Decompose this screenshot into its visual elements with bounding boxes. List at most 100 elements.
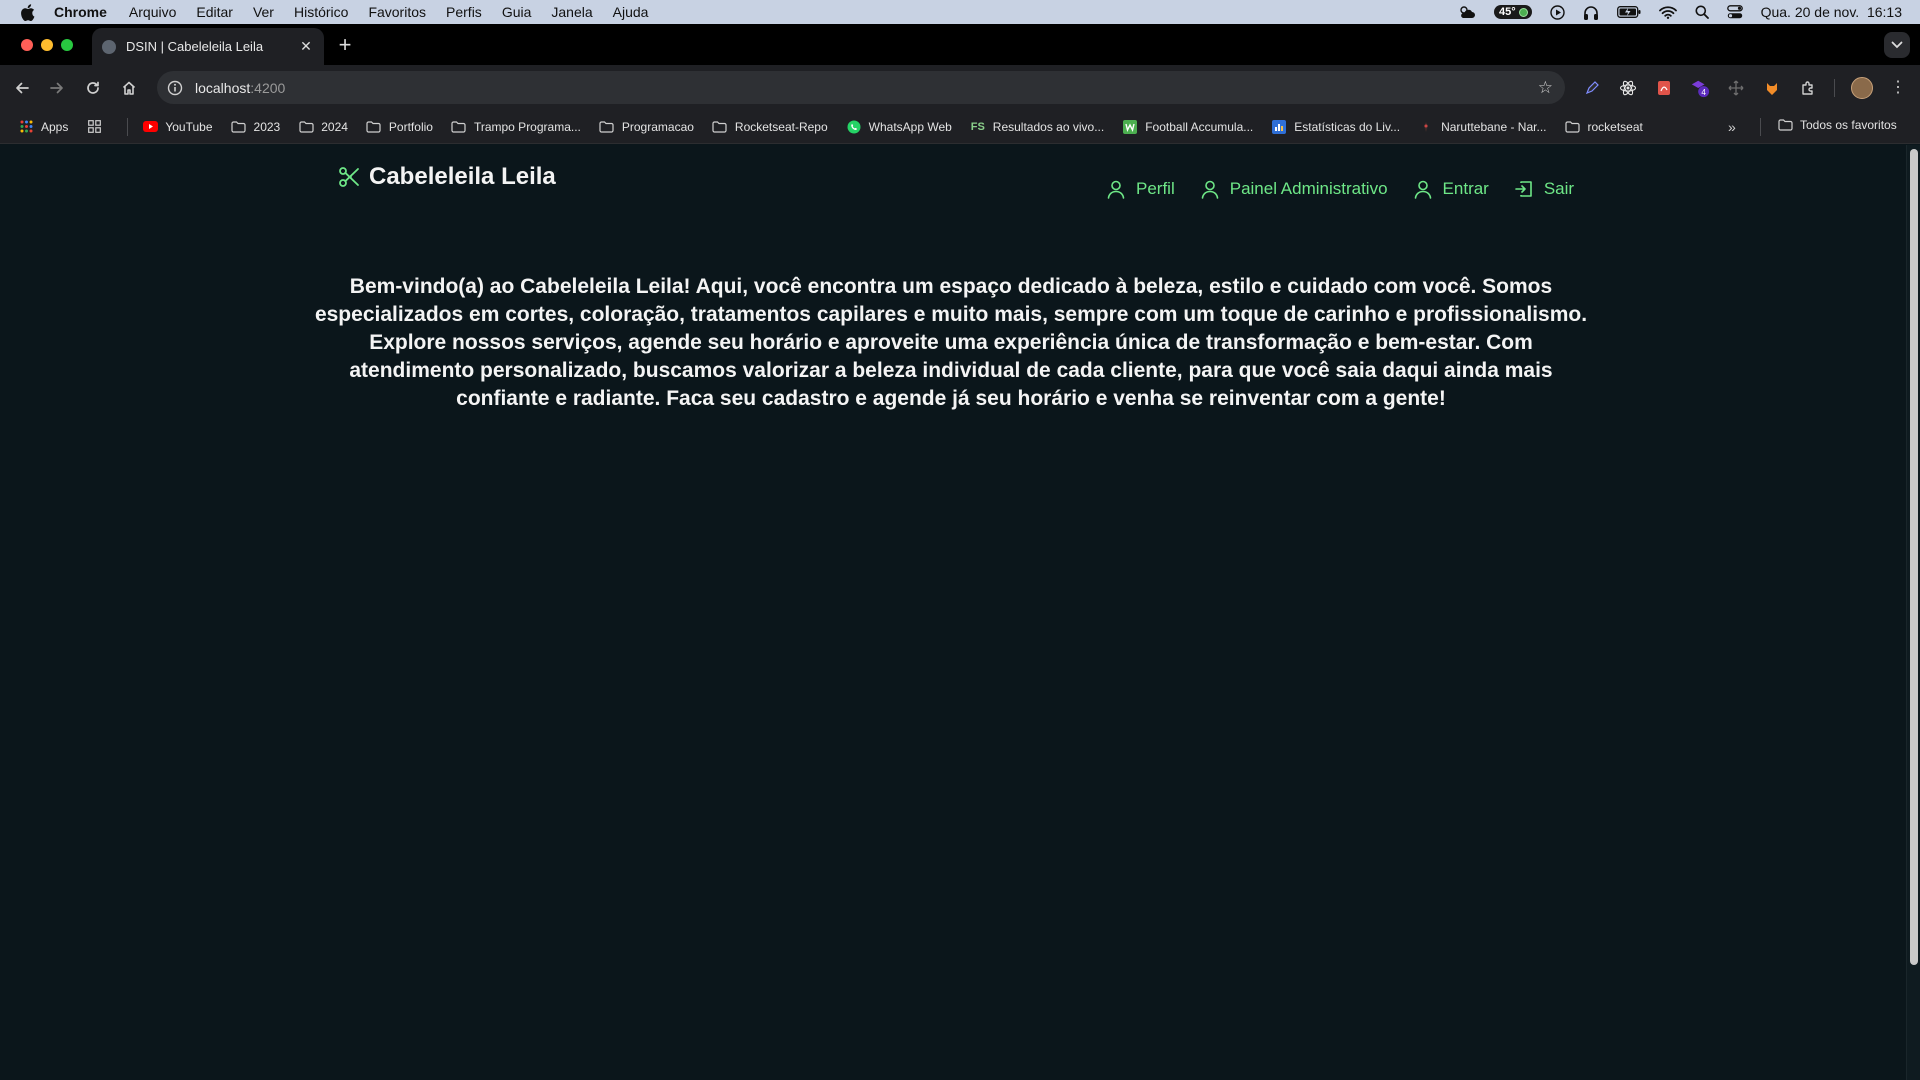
page-scrollbar[interactable] (1906, 145, 1920, 1080)
bookmark-naruttebane[interactable]: Naruttebane - Nar... (1418, 120, 1546, 134)
bookmark-football[interactable]: Football Accumula... (1122, 119, 1253, 134)
forward-button[interactable] (45, 76, 69, 100)
new-tab-button[interactable]: + (335, 32, 355, 58)
profile-avatar[interactable] (1851, 77, 1873, 99)
nav-login-link[interactable]: Entrar (1414, 179, 1489, 199)
more-menu-icon[interactable]: ⋮ (1890, 77, 1906, 97)
bookmark-folder-rocketseat[interactable]: rocketseat (1564, 120, 1643, 134)
bookmark-label: Trampo Programa... (473, 119, 581, 134)
react-devtools-icon[interactable] (1618, 78, 1638, 98)
play-circle-icon[interactable] (1549, 4, 1565, 20)
zoom-window-button[interactable] (61, 39, 73, 51)
stats-icon (1271, 119, 1287, 134)
football-icon (1122, 119, 1138, 134)
back-button[interactable] (10, 76, 34, 100)
chevron-double-right-icon[interactable]: » (1728, 119, 1736, 135)
close-tab-icon[interactable]: ✕ (296, 38, 316, 55)
arrow-left-icon (16, 82, 29, 94)
minimize-window-button[interactable] (41, 39, 53, 51)
tab-groups-button[interactable] (86, 120, 109, 134)
folder-icon (599, 120, 615, 134)
bookmark-whatsapp[interactable]: WhatsApp Web (846, 120, 952, 134)
menu-perfis[interactable]: Perfis (446, 4, 482, 20)
globe-icon (102, 39, 116, 54)
bookmark-star-icon[interactable]: ☆ (1538, 78, 1553, 98)
folder-icon (231, 120, 247, 134)
bookmark-resultados[interactable]: FS Resultados ao vivo... (970, 120, 1104, 134)
bookmark-label: Apps (41, 119, 69, 134)
battery-icon[interactable] (1616, 6, 1641, 18)
move-extension-icon[interactable] (1726, 78, 1746, 98)
window-controls (21, 39, 73, 51)
bookmark-estatisticas[interactable]: Estatísticas do Liv... (1271, 119, 1400, 134)
browser-toolbar: localhost:4200 ☆ 4 ⋮ (0, 65, 1920, 110)
home-button[interactable] (117, 76, 141, 100)
bookmark-folder-programacao[interactable]: Programacao (599, 120, 694, 134)
pdf-extension-icon[interactable] (1654, 78, 1674, 98)
welcome-text: Bem-vindo(a) ao Cabeleleila Leila! Aqui,… (314, 275, 1588, 410)
scissors-icon (339, 167, 359, 187)
purple-extension-icon[interactable]: 4 (1690, 78, 1710, 98)
user-icon (1201, 180, 1219, 199)
fox-extension-icon[interactable] (1762, 78, 1782, 98)
site-info-icon[interactable] (167, 80, 183, 96)
control-center-icon[interactable] (1726, 5, 1743, 19)
bookmark-folder-2024[interactable]: 2024 (298, 120, 348, 134)
youtube-icon (142, 120, 158, 134)
extensions-puzzle-icon[interactable] (1798, 78, 1818, 98)
menubar-clock[interactable]: Qua. 20 de nov. 16:13 (1761, 4, 1902, 20)
bookmark-folder-portfolio[interactable]: Portfolio (366, 120, 433, 134)
menu-guia[interactable]: Guia (502, 4, 532, 20)
pen-extension-icon[interactable] (1582, 78, 1602, 98)
reload-button[interactable] (81, 76, 105, 100)
nav-logout-label: Sair (1543, 179, 1575, 198)
scrollbar-thumb[interactable] (1910, 149, 1918, 965)
bookmark-label: Portfolio (388, 119, 433, 134)
apple-icon[interactable] (20, 3, 38, 21)
menu-janela[interactable]: Janela (551, 4, 592, 20)
menu-favoritos[interactable]: Favoritos (368, 4, 426, 20)
menu-ajuda[interactable]: Ajuda (613, 4, 649, 20)
bookmarks-bar: Apps YouTube 2023 2024 Portfolio Trampo … (0, 110, 1920, 144)
menu-app-name[interactable]: Chrome (54, 4, 107, 20)
bookmark-all-favorites[interactable]: Todos os favoritos (1777, 118, 1897, 132)
tab-title: DSIN | Cabeleleila Leila (126, 39, 264, 54)
whatsapp-icon (846, 120, 862, 134)
address-bar[interactable]: localhost:4200 ☆ (157, 71, 1565, 104)
temperature-widget[interactable]: 45° (1493, 5, 1532, 19)
folder-icon (1777, 118, 1793, 132)
bookmark-folder-2023[interactable]: 2023 (231, 120, 280, 134)
bookmark-label: Todos os favoritos (1800, 118, 1897, 132)
menu-arquivo[interactable]: Arquivo (129, 4, 176, 20)
spotlight-search-icon[interactable] (1695, 5, 1709, 19)
nav-logout-link[interactable]: Sair (1515, 179, 1574, 199)
bookmark-label: WhatsApp Web (868, 119, 952, 134)
bookmarks-divider (127, 117, 129, 136)
wifi-icon[interactable] (1658, 5, 1677, 19)
flashscore-icon: FS (970, 120, 985, 133)
tab-active[interactable]: DSIN | Cabeleleila Leila ✕ (92, 28, 324, 65)
folder-icon (712, 120, 728, 134)
logout-icon (1515, 181, 1532, 197)
weather-icon[interactable] (1458, 5, 1476, 19)
tab-search-button[interactable] (1884, 32, 1910, 58)
folder-icon (298, 120, 314, 134)
site-brand[interactable]: Cabeleleila Leila (338, 163, 556, 191)
bookmark-youtube[interactable]: YouTube (142, 120, 213, 134)
extension-badge-count: 4 (1701, 88, 1706, 97)
menu-ver[interactable]: Ver (253, 4, 274, 20)
bookmarks-divider-right (1760, 118, 1761, 136)
close-window-button[interactable] (21, 39, 33, 51)
nav-admin-link[interactable]: Painel Administrativo (1201, 179, 1388, 199)
nav-profile-link[interactable]: Perfil (1107, 179, 1175, 199)
menu-editar[interactable]: Editar (196, 4, 233, 20)
url-host: localhost (195, 79, 251, 96)
bookmark-apps[interactable]: Apps (18, 120, 68, 134)
bookmark-folder-trampo[interactable]: Trampo Programa... (451, 120, 581, 134)
bookmark-label: Naruttebane - Nar... (1441, 119, 1547, 134)
bookmark-folder-rocketseat-repo[interactable]: Rocketseat-Repo (712, 120, 828, 134)
home-icon (122, 81, 136, 95)
menu-historico[interactable]: Histórico (294, 4, 348, 20)
headphones-icon[interactable] (1583, 5, 1599, 20)
folder-icon (1564, 120, 1580, 134)
